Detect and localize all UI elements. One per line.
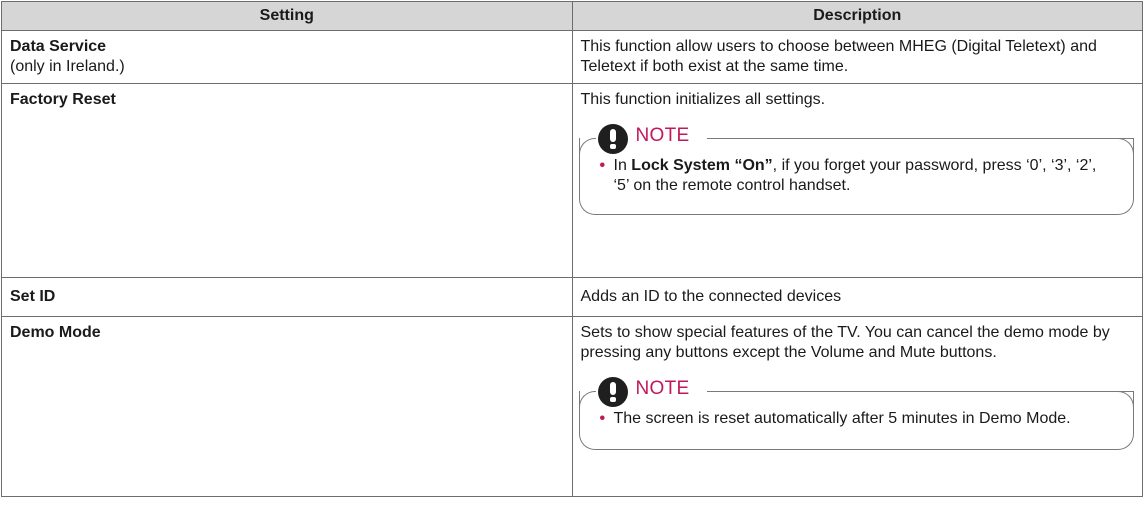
note-box: NOTE • In Lock System “On”, if you forge… — [578, 124, 1134, 215]
settings-table: Setting Description Data Service (only i… — [1, 1, 1143, 497]
setting-name: Set ID — [10, 288, 56, 305]
table-row: Data Service (only in Ireland.) This fun… — [1, 30, 1143, 84]
setting-cell: Demo Mode — [1, 316, 573, 497]
setting-subnote: (only in Ireland.) — [10, 58, 125, 75]
header-setting: Setting — [1, 1, 573, 31]
setting-name: Data Service — [10, 38, 107, 55]
description-text: Sets to show special features of the TV.… — [580, 324, 1110, 361]
setting-name: Factory Reset — [10, 91, 116, 108]
table-row: Demo Mode Sets to show special features … — [1, 316, 1143, 497]
description-cell: Sets to show special features of the TV.… — [571, 316, 1143, 497]
note-item: • The screen is reset automatically afte… — [600, 409, 1104, 429]
bullet-icon: • — [599, 157, 606, 174]
setting-cell: Data Service (only in Ireland.) — [1, 30, 573, 84]
description-text: Adds an ID to the connected devices — [580, 288, 842, 305]
setting-cell: Set ID — [1, 277, 573, 317]
header-description: Description — [571, 1, 1143, 31]
description-text: This function initializes all settings. — [580, 91, 826, 108]
setting-name: Demo Mode — [10, 324, 101, 341]
table-header-row: Setting Description — [1, 1, 1143, 31]
note-text-prefix: In — [613, 157, 632, 174]
table-row: Factory Reset This function initializes … — [1, 83, 1143, 278]
description-cell: Adds an ID to the connected devices — [571, 277, 1143, 317]
note-box: NOTE • The screen is reset automatically… — [578, 377, 1134, 450]
note-text-keyword: Lock System “On” — [631, 157, 773, 174]
setting-cell: Factory Reset — [1, 83, 573, 278]
bullet-icon: • — [599, 410, 606, 427]
note-text: The screen is reset automatically after … — [613, 410, 1071, 427]
description-cell: This function initializes all settings. … — [571, 83, 1143, 278]
note-item: • In Lock System “On”, if you forget you… — [600, 156, 1104, 196]
table-row: Set ID Adds an ID to the connected devic… — [1, 277, 1143, 317]
description-text: This function allow users to choose betw… — [580, 38, 1097, 75]
description-cell: This function allow users to choose betw… — [571, 30, 1143, 84]
